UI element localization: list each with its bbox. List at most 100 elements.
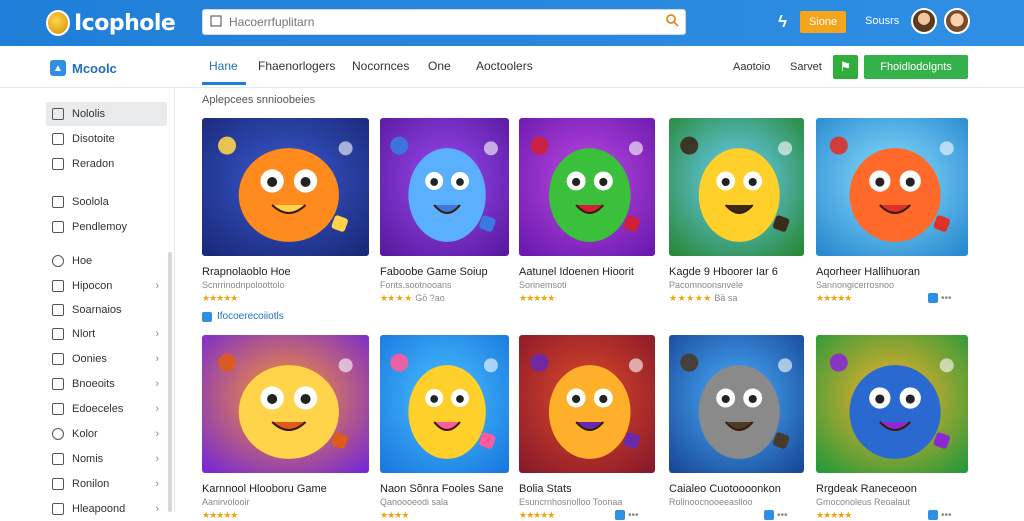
game-thumbnail[interactable] — [380, 335, 509, 473]
sidebar-item-icon — [52, 328, 64, 340]
sidebar-item[interactable]: Edoeceles › — [46, 397, 167, 421]
search-bar — [202, 9, 686, 35]
sidebar-item-icon — [52, 503, 64, 515]
sidebar-item[interactable]: Soolola — [46, 190, 167, 214]
search-input[interactable] — [229, 15, 659, 29]
sidebar-item-label: Bnoeoits — [72, 378, 115, 390]
star-rating: ★★★★★ — [202, 293, 238, 304]
game-title[interactable]: Faboobe Game Soiup — [380, 266, 488, 278]
sidebar-item-label: Soarnaios — [72, 304, 122, 316]
game-subtitle: Pacomnoonsnvele — [669, 280, 744, 290]
tab-2[interactable]: Fhaenorlogers — [258, 59, 335, 73]
game-subtitle: Fonts.sootnooans — [380, 280, 452, 290]
rating-stars: ★★ ★ ★ — [380, 293, 412, 303]
featured-link[interactable]: Ifocoerecoiiotls — [202, 311, 284, 322]
more-options[interactable]: ••• — [928, 293, 952, 304]
rating-stars: ★★★★★ — [202, 293, 238, 303]
sidebar-item[interactable]: Nlort › — [46, 322, 167, 346]
sidebar-item-label: Disotoite — [72, 133, 115, 145]
magnifier-icon[interactable] — [659, 13, 685, 31]
sidebar-item-label: Hleapoond — [72, 503, 126, 515]
sidebar-item[interactable]: Kolor › — [46, 422, 167, 446]
chevron-right-icon: › — [155, 378, 159, 390]
chevron-right-icon: › — [155, 428, 159, 440]
sidebar-item-icon — [52, 353, 64, 365]
section-brand[interactable]: ▲ Mcoolc — [50, 60, 117, 76]
sidebar-item-icon — [52, 221, 64, 233]
subnav-link-2[interactable]: Sarvet — [790, 61, 822, 73]
sidebar-item[interactable]: Bnoeoits › — [46, 372, 167, 396]
chevron-right-icon: › — [155, 280, 159, 292]
game-subtitle: Sorinemsoti — [519, 280, 567, 290]
sidebar-item-icon — [52, 403, 64, 415]
sidebar-item[interactable]: Disotoite — [46, 127, 167, 151]
game-thumbnail[interactable] — [669, 118, 804, 256]
game-thumbnail[interactable] — [380, 118, 509, 256]
sidebar-item[interactable]: Hoe — [46, 249, 167, 273]
flag-icon[interactable]: ⚑ — [833, 55, 858, 79]
top-bar: Icophole ϟ Sione Sousrs — [0, 0, 1024, 46]
game-thumbnail[interactable] — [816, 118, 968, 256]
sidebar-item[interactable]: Ronilon › — [46, 472, 167, 496]
game-title[interactable]: Bolia Stats — [519, 483, 572, 495]
header-link[interactable]: Sousrs — [865, 15, 899, 27]
star-rating: ★★ ★ ★ Gō ?ao — [380, 293, 445, 304]
subnav-link-1[interactable]: Aaotoio — [733, 61, 770, 73]
game-title[interactable]: Rrgdeak Raneceoon — [816, 483, 917, 495]
sidebar-scrollbar[interactable] — [168, 252, 172, 512]
game-subtitle: Scnrrinodnpoloottolo — [202, 280, 285, 290]
game-title[interactable]: Caialeo Cuotoooonkon — [669, 483, 781, 495]
header-action-button[interactable]: Sione — [800, 11, 846, 33]
sidebar-item[interactable]: Hleapoond › — [46, 497, 167, 521]
rating-count: Gō ?ao — [415, 293, 445, 303]
featured-link-text: Ifocoerecoiiotls — [217, 311, 284, 322]
game-thumbnail[interactable] — [519, 118, 655, 256]
game-title[interactable]: Karnnool Hlooboru Game — [202, 483, 327, 495]
tab-4[interactable]: One — [428, 59, 451, 73]
sidebar-item[interactable]: Nololis — [46, 102, 167, 126]
chevron-right-icon: › — [155, 403, 159, 415]
star-rating: ★★★★★ — [519, 293, 555, 304]
chevron-right-icon: › — [155, 503, 159, 515]
sidebar-item[interactable]: Oonies › — [46, 347, 167, 371]
sidebar-item-icon — [52, 196, 64, 208]
game-thumbnail[interactable] — [669, 335, 804, 473]
sidebar-item-label: Oonies — [72, 353, 107, 365]
sidebar-item-label: Hoe — [72, 255, 93, 267]
search-icon — [203, 14, 229, 30]
game-thumbnail[interactable] — [202, 118, 369, 256]
sidebar-item[interactable]: Reradon — [46, 152, 167, 176]
game-thumbnail[interactable] — [519, 335, 655, 473]
sidebar-item[interactable]: Soarnaios — [46, 298, 167, 322]
sidebar-item-label: Edoeceles — [72, 403, 124, 415]
brand-text: Mcoolc — [72, 60, 117, 76]
game-title[interactable]: Kagde 9 Hboorer Iar 6 — [669, 266, 778, 278]
rating-stars: ★★★★★ — [519, 293, 555, 303]
game-title[interactable]: Aatunel Idoenen Hioorit — [519, 266, 634, 278]
sidebar-item-label: Nololis — [72, 108, 106, 120]
game-title[interactable]: Naon Sõnra Fooles Sane — [380, 483, 504, 495]
sidebar-item[interactable]: Pendlemoy — [46, 215, 167, 239]
game-title[interactable]: Aqorheer Hallihuoran — [816, 266, 920, 278]
badge-icon — [928, 293, 938, 304]
tab-5[interactable]: Aoctoolers — [476, 59, 533, 73]
logo-text: Icophole — [74, 10, 176, 36]
sidebar-item-icon — [52, 133, 64, 145]
sidebar-item-label: Nlort — [72, 328, 96, 340]
game-subtitle: Aanirvolooir — [202, 497, 250, 507]
sidebar-item-icon — [52, 108, 64, 120]
tab-home[interactable]: Hane — [209, 59, 238, 73]
avatar[interactable] — [911, 8, 937, 34]
sidebar-item[interactable]: Hipocon › — [46, 274, 167, 298]
tab-3[interactable]: Nocornces — [352, 59, 409, 73]
sidebar-item[interactable]: Nomis › — [46, 447, 167, 471]
app-logo[interactable]: Icophole — [46, 7, 176, 39]
flash-icon[interactable]: ϟ — [778, 12, 787, 32]
game-thumbnail[interactable] — [202, 335, 369, 473]
avatar[interactable] — [944, 8, 970, 34]
primary-green-button[interactable]: Fhoidlodolgnts — [864, 55, 968, 79]
game-thumbnail[interactable] — [816, 335, 968, 473]
brand-icon: ▲ — [50, 60, 66, 76]
game-title[interactable]: Rrapnolaoblo Hoe — [202, 266, 291, 278]
sidebar-item-label: Soolola — [72, 196, 109, 208]
